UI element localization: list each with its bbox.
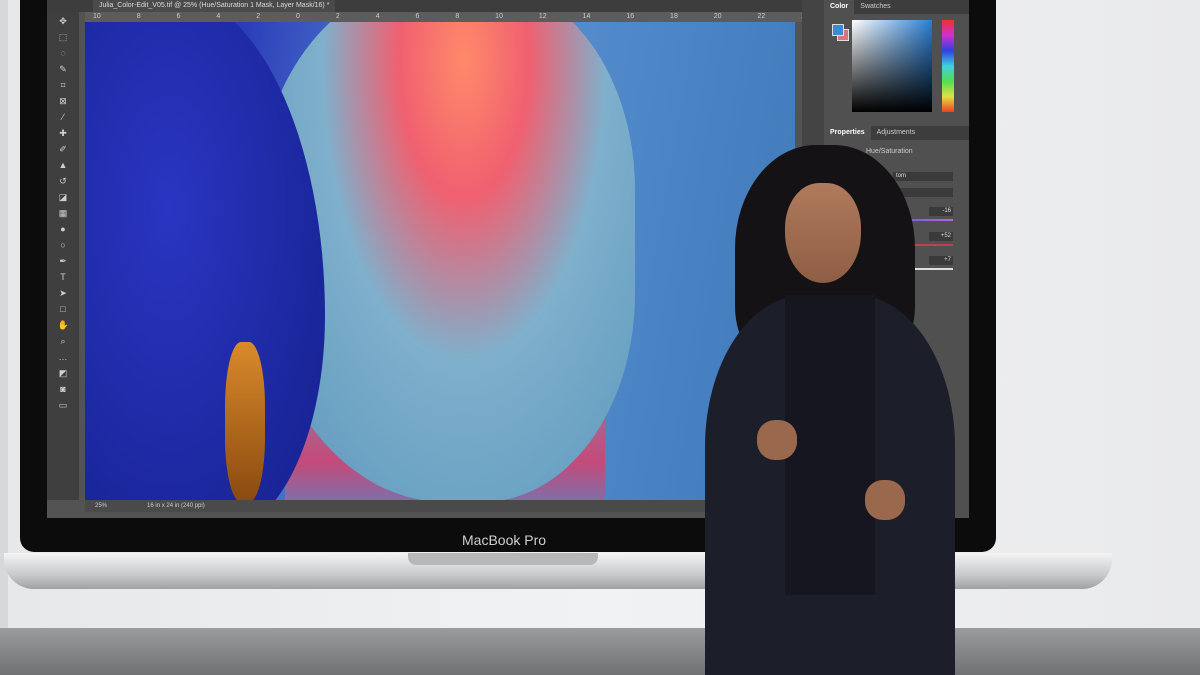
color-panel-tabs: Color Swatches [824, 0, 969, 14]
tab-properties[interactable]: Properties [824, 126, 871, 140]
brush-tool-icon[interactable]: ✐ [58, 144, 69, 155]
presenter-left-hand [757, 420, 797, 460]
presenter [685, 145, 960, 675]
stamp-tool-icon[interactable]: ▲ [58, 160, 69, 171]
frame-tool-icon[interactable]: ⊠ [58, 96, 69, 107]
quick-mask-icon[interactable]: ◙ [58, 384, 69, 395]
more-tools-icon[interactable]: … [58, 352, 69, 363]
tab-color[interactable]: Color [824, 0, 855, 14]
ruler-tick: 20 [713, 13, 722, 20]
presenter-face [785, 183, 861, 283]
stage-floor [0, 628, 1200, 675]
eyedropper-icon[interactable]: ⁄ [58, 112, 69, 123]
wall [0, 0, 8, 628]
ruler-tick: 12 [538, 13, 547, 20]
ruler-tick: 22 [757, 13, 766, 20]
ruler-tick: 10 [93, 13, 101, 20]
ruler-tick: 6 [176, 13, 181, 20]
ruler-tick: 4 [375, 13, 380, 20]
crop-tool-icon[interactable]: ⌗ [58, 80, 69, 91]
ruler-tick: 2 [256, 13, 261, 20]
horizontal-ruler: 108642024681012141618202224 [85, 12, 817, 22]
ruler-tick: 4 [216, 13, 221, 20]
ruler-tick: 14 [582, 13, 591, 20]
rectangle-tool-icon[interactable]: □ [58, 304, 69, 315]
macbook-label: MacBook Pro [462, 532, 547, 548]
ruler-tick: 16 [626, 13, 635, 20]
eraser-icon[interactable]: ◪ [58, 192, 69, 203]
hue-slider[interactable] [942, 20, 954, 112]
zoom-level[interactable]: 25% [95, 500, 107, 512]
ruler-tick: 8 [136, 13, 141, 20]
presenter-right-hand [865, 480, 905, 520]
ruler-tick: 18 [670, 13, 678, 20]
presenter-top [785, 295, 875, 595]
path-select-icon[interactable]: ➤ [58, 288, 69, 299]
lasso-tool-icon[interactable]: ◌ [58, 48, 69, 59]
ruler-tick: 0 [296, 13, 300, 20]
laptop-hinge-notch [408, 553, 598, 565]
color-picker-field[interactable] [852, 20, 932, 112]
ruler-tick: 10 [495, 13, 503, 20]
type-tool-icon[interactable]: T [58, 272, 69, 283]
quick-select-icon[interactable]: ✎ [58, 64, 69, 75]
hand-tool-icon[interactable]: ✋ [58, 320, 69, 331]
document-size: 16 in x 24 in (240 ppi) [147, 503, 205, 509]
toolbar: ✥ ⬚ ◌ ✎ ⌗ ⊠ ⁄ ✚ ✐ ▲ ↺ ◪ ▦ ● ○ ✒ T ➤ □ ✋ … [47, 12, 79, 500]
document-tab[interactable]: Julia_Color-Edit_V05.tif @ 25% (Hue/Satu… [93, 0, 336, 12]
healing-brush-icon[interactable]: ✚ [58, 128, 69, 139]
gradient-tool-icon[interactable]: ▦ [58, 208, 69, 219]
zoom-tool-icon[interactable]: ⌕ [58, 336, 69, 347]
history-brush-icon[interactable]: ↺ [58, 176, 69, 187]
move-tool-icon[interactable]: ✥ [58, 16, 69, 27]
blur-tool-icon[interactable]: ● [58, 224, 69, 235]
screen-mode-icon[interactable]: ▭ [58, 400, 69, 411]
ruler-tick: 2 [335, 13, 340, 20]
dodge-tool-icon[interactable]: ○ [58, 240, 69, 251]
marquee-tool-icon[interactable]: ⬚ [58, 32, 69, 43]
photo-earring [225, 342, 265, 500]
color-swatches-icon[interactable]: ◩ [58, 368, 69, 379]
ruler-tick: 6 [415, 13, 420, 20]
ruler-tick: 8 [455, 13, 460, 20]
pen-tool-icon[interactable]: ✒ [58, 256, 69, 267]
document-tab-bar: Julia_Color-Edit_V05.tif @ 25% (Hue/Satu… [47, 0, 817, 12]
foreground-color-swatch[interactable] [832, 24, 844, 36]
tab-swatches[interactable]: Swatches [854, 0, 896, 14]
tab-adjustments[interactable]: Adjustments [871, 126, 922, 140]
